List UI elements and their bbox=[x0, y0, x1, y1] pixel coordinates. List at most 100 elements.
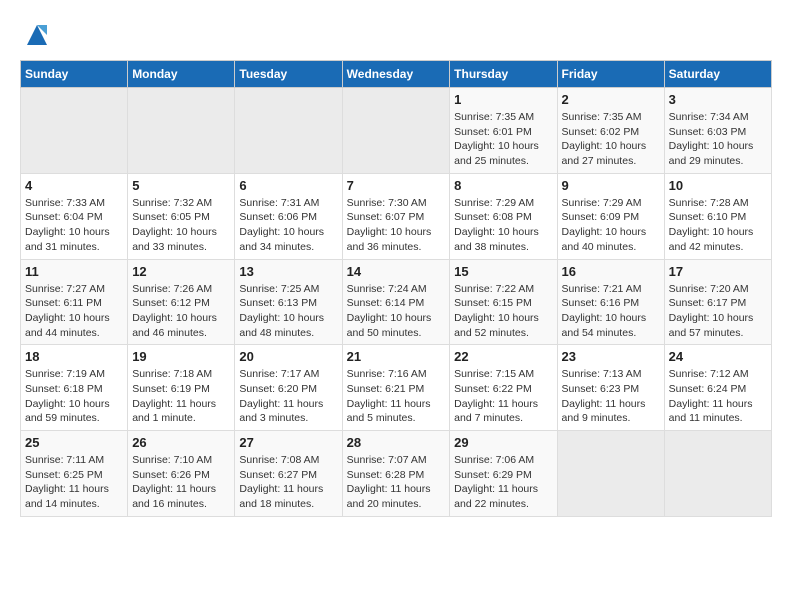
calendar-cell: 27 Sunrise: 7:08 AMSunset: 6:27 PMDayligh… bbox=[235, 431, 342, 517]
day-info: Sunrise: 7:29 AMSunset: 6:09 PMDaylight:… bbox=[562, 196, 660, 255]
day-info: Sunrise: 7:31 AMSunset: 6:06 PMDaylight:… bbox=[239, 196, 337, 255]
day-number: 6 bbox=[239, 178, 337, 193]
calendar-cell: 29 Sunrise: 7:06 AMSunset: 6:29 PMDayligh… bbox=[450, 431, 557, 517]
calendar-week-row: 4 Sunrise: 7:33 AMSunset: 6:04 PMDaylight… bbox=[21, 173, 772, 259]
calendar-cell: 21 Sunrise: 7:16 AMSunset: 6:21 PMDayligh… bbox=[342, 345, 450, 431]
day-info: Sunrise: 7:08 AMSunset: 6:27 PMDaylight:… bbox=[239, 453, 337, 512]
calendar-cell: 11 Sunrise: 7:27 AMSunset: 6:11 PMDayligh… bbox=[21, 259, 128, 345]
calendar-week-row: 18Sunrise: 7:19 AMSunset: 6:18 PMDayligh… bbox=[21, 345, 772, 431]
calendar-week-row: 11 Sunrise: 7:27 AMSunset: 6:11 PMDayligh… bbox=[21, 259, 772, 345]
logo bbox=[20, 20, 52, 50]
day-number: 17 bbox=[669, 264, 767, 279]
day-number: 13 bbox=[239, 264, 337, 279]
day-info: Sunrise: 7:28 AMSunset: 6:10 PMDaylight:… bbox=[669, 196, 767, 255]
weekday-header-monday: Monday bbox=[128, 61, 235, 88]
day-number: 27 bbox=[239, 435, 337, 450]
day-number: 3 bbox=[669, 92, 767, 107]
calendar-cell: 2 Sunrise: 7:35 AMSunset: 6:02 PMDaylight… bbox=[557, 88, 664, 174]
day-number: 5 bbox=[132, 178, 230, 193]
weekday-header-sunday: Sunday bbox=[21, 61, 128, 88]
day-info: Sunrise: 7:06 AMSunset: 6:29 PMDaylight:… bbox=[454, 453, 552, 512]
calendar-table: SundayMondayTuesdayWednesdayThursdayFrid… bbox=[20, 60, 772, 517]
day-number: 28 bbox=[347, 435, 446, 450]
calendar-cell: 19 Sunrise: 7:18 AMSunset: 6:19 PMDayligh… bbox=[128, 345, 235, 431]
day-info: Sunrise: 7:07 AMSunset: 6:28 PMDaylight:… bbox=[347, 453, 446, 512]
day-number: 21 bbox=[347, 349, 446, 364]
calendar-cell bbox=[128, 88, 235, 174]
day-info: Sunrise: 7:20 AMSunset: 6:17 PMDaylight:… bbox=[669, 282, 767, 341]
weekday-header-wednesday: Wednesday bbox=[342, 61, 450, 88]
calendar-cell: 15 Sunrise: 7:22 AMSunset: 6:15 PMDayligh… bbox=[450, 259, 557, 345]
day-info: Sunrise: 7:11 AMSunset: 6:25 PMDaylight:… bbox=[25, 453, 123, 512]
day-number: 1 bbox=[454, 92, 552, 107]
calendar-cell: 28 Sunrise: 7:07 AMSunset: 6:28 PMDayligh… bbox=[342, 431, 450, 517]
calendar-cell bbox=[235, 88, 342, 174]
calendar-cell: 16Sunrise: 7:21 AMSunset: 6:16 PMDayligh… bbox=[557, 259, 664, 345]
day-info: Sunrise: 7:35 AMSunset: 6:01 PMDaylight:… bbox=[454, 110, 552, 169]
day-number: 22 bbox=[454, 349, 552, 364]
day-info: Sunrise: 7:24 AMSunset: 6:14 PMDaylight:… bbox=[347, 282, 446, 341]
calendar-cell: 18Sunrise: 7:19 AMSunset: 6:18 PMDayligh… bbox=[21, 345, 128, 431]
day-info: Sunrise: 7:30 AMSunset: 6:07 PMDaylight:… bbox=[347, 196, 446, 255]
day-number: 20 bbox=[239, 349, 337, 364]
day-number: 15 bbox=[454, 264, 552, 279]
day-number: 12 bbox=[132, 264, 230, 279]
calendar-cell: 20 Sunrise: 7:17 AMSunset: 6:20 PMDayligh… bbox=[235, 345, 342, 431]
day-info: Sunrise: 7:16 AMSunset: 6:21 PMDaylight:… bbox=[347, 367, 446, 426]
day-number: 9 bbox=[562, 178, 660, 193]
day-number: 24 bbox=[669, 349, 767, 364]
day-info: Sunrise: 7:12 AMSunset: 6:24 PMDaylight:… bbox=[669, 367, 767, 426]
calendar-cell: 8 Sunrise: 7:29 AMSunset: 6:08 PMDaylight… bbox=[450, 173, 557, 259]
day-number: 10 bbox=[669, 178, 767, 193]
calendar-cell: 5 Sunrise: 7:32 AMSunset: 6:05 PMDaylight… bbox=[128, 173, 235, 259]
day-info: Sunrise: 7:25 AMSunset: 6:13 PMDaylight:… bbox=[239, 282, 337, 341]
calendar-cell: 23Sunrise: 7:13 AMSunset: 6:23 PMDayligh… bbox=[557, 345, 664, 431]
day-info: Sunrise: 7:33 AMSunset: 6:04 PMDaylight:… bbox=[25, 196, 123, 255]
day-info: Sunrise: 7:35 AMSunset: 6:02 PMDaylight:… bbox=[562, 110, 660, 169]
calendar-cell: 1 Sunrise: 7:35 AMSunset: 6:01 PMDaylight… bbox=[450, 88, 557, 174]
day-number: 18 bbox=[25, 349, 123, 364]
calendar-cell: 12 Sunrise: 7:26 AMSunset: 6:12 PMDayligh… bbox=[128, 259, 235, 345]
day-info: Sunrise: 7:34 AMSunset: 6:03 PMDaylight:… bbox=[669, 110, 767, 169]
calendar-cell: 22Sunrise: 7:15 AMSunset: 6:22 PMDayligh… bbox=[450, 345, 557, 431]
calendar-cell bbox=[21, 88, 128, 174]
calendar-cell: 3 Sunrise: 7:34 AMSunset: 6:03 PMDaylight… bbox=[664, 88, 771, 174]
calendar-week-row: 1 Sunrise: 7:35 AMSunset: 6:01 PMDaylight… bbox=[21, 88, 772, 174]
calendar-week-row: 25 Sunrise: 7:11 AMSunset: 6:25 PMDayligh… bbox=[21, 431, 772, 517]
calendar-cell: 24 Sunrise: 7:12 AMSunset: 6:24 PMDayligh… bbox=[664, 345, 771, 431]
day-number: 11 bbox=[25, 264, 123, 279]
weekday-header-friday: Friday bbox=[557, 61, 664, 88]
calendar-cell: 10 Sunrise: 7:28 AMSunset: 6:10 PMDayligh… bbox=[664, 173, 771, 259]
day-number: 19 bbox=[132, 349, 230, 364]
day-info: Sunrise: 7:13 AMSunset: 6:23 PMDaylight:… bbox=[562, 367, 660, 426]
calendar-cell: 17 Sunrise: 7:20 AMSunset: 6:17 PMDayligh… bbox=[664, 259, 771, 345]
day-number: 8 bbox=[454, 178, 552, 193]
calendar-cell: 13 Sunrise: 7:25 AMSunset: 6:13 PMDayligh… bbox=[235, 259, 342, 345]
day-number: 26 bbox=[132, 435, 230, 450]
calendar-cell: 14 Sunrise: 7:24 AMSunset: 6:14 PMDayligh… bbox=[342, 259, 450, 345]
weekday-header-saturday: Saturday bbox=[664, 61, 771, 88]
day-info: Sunrise: 7:32 AMSunset: 6:05 PMDaylight:… bbox=[132, 196, 230, 255]
day-info: Sunrise: 7:22 AMSunset: 6:15 PMDaylight:… bbox=[454, 282, 552, 341]
day-info: Sunrise: 7:27 AMSunset: 6:11 PMDaylight:… bbox=[25, 282, 123, 341]
day-number: 4 bbox=[25, 178, 123, 193]
weekday-header-tuesday: Tuesday bbox=[235, 61, 342, 88]
day-number: 16 bbox=[562, 264, 660, 279]
calendar-cell bbox=[342, 88, 450, 174]
day-number: 2 bbox=[562, 92, 660, 107]
calendar-cell: 9 Sunrise: 7:29 AMSunset: 6:09 PMDaylight… bbox=[557, 173, 664, 259]
calendar-cell bbox=[664, 431, 771, 517]
calendar-cell: 4 Sunrise: 7:33 AMSunset: 6:04 PMDaylight… bbox=[21, 173, 128, 259]
logo-icon bbox=[22, 20, 52, 50]
page-header bbox=[20, 20, 772, 50]
weekday-header-thursday: Thursday bbox=[450, 61, 557, 88]
day-number: 25 bbox=[25, 435, 123, 450]
day-info: Sunrise: 7:29 AMSunset: 6:08 PMDaylight:… bbox=[454, 196, 552, 255]
day-number: 7 bbox=[347, 178, 446, 193]
day-info: Sunrise: 7:18 AMSunset: 6:19 PMDaylight:… bbox=[132, 367, 230, 426]
day-number: 29 bbox=[454, 435, 552, 450]
day-info: Sunrise: 7:10 AMSunset: 6:26 PMDaylight:… bbox=[132, 453, 230, 512]
day-info: Sunrise: 7:26 AMSunset: 6:12 PMDaylight:… bbox=[132, 282, 230, 341]
day-info: Sunrise: 7:17 AMSunset: 6:20 PMDaylight:… bbox=[239, 367, 337, 426]
day-number: 14 bbox=[347, 264, 446, 279]
